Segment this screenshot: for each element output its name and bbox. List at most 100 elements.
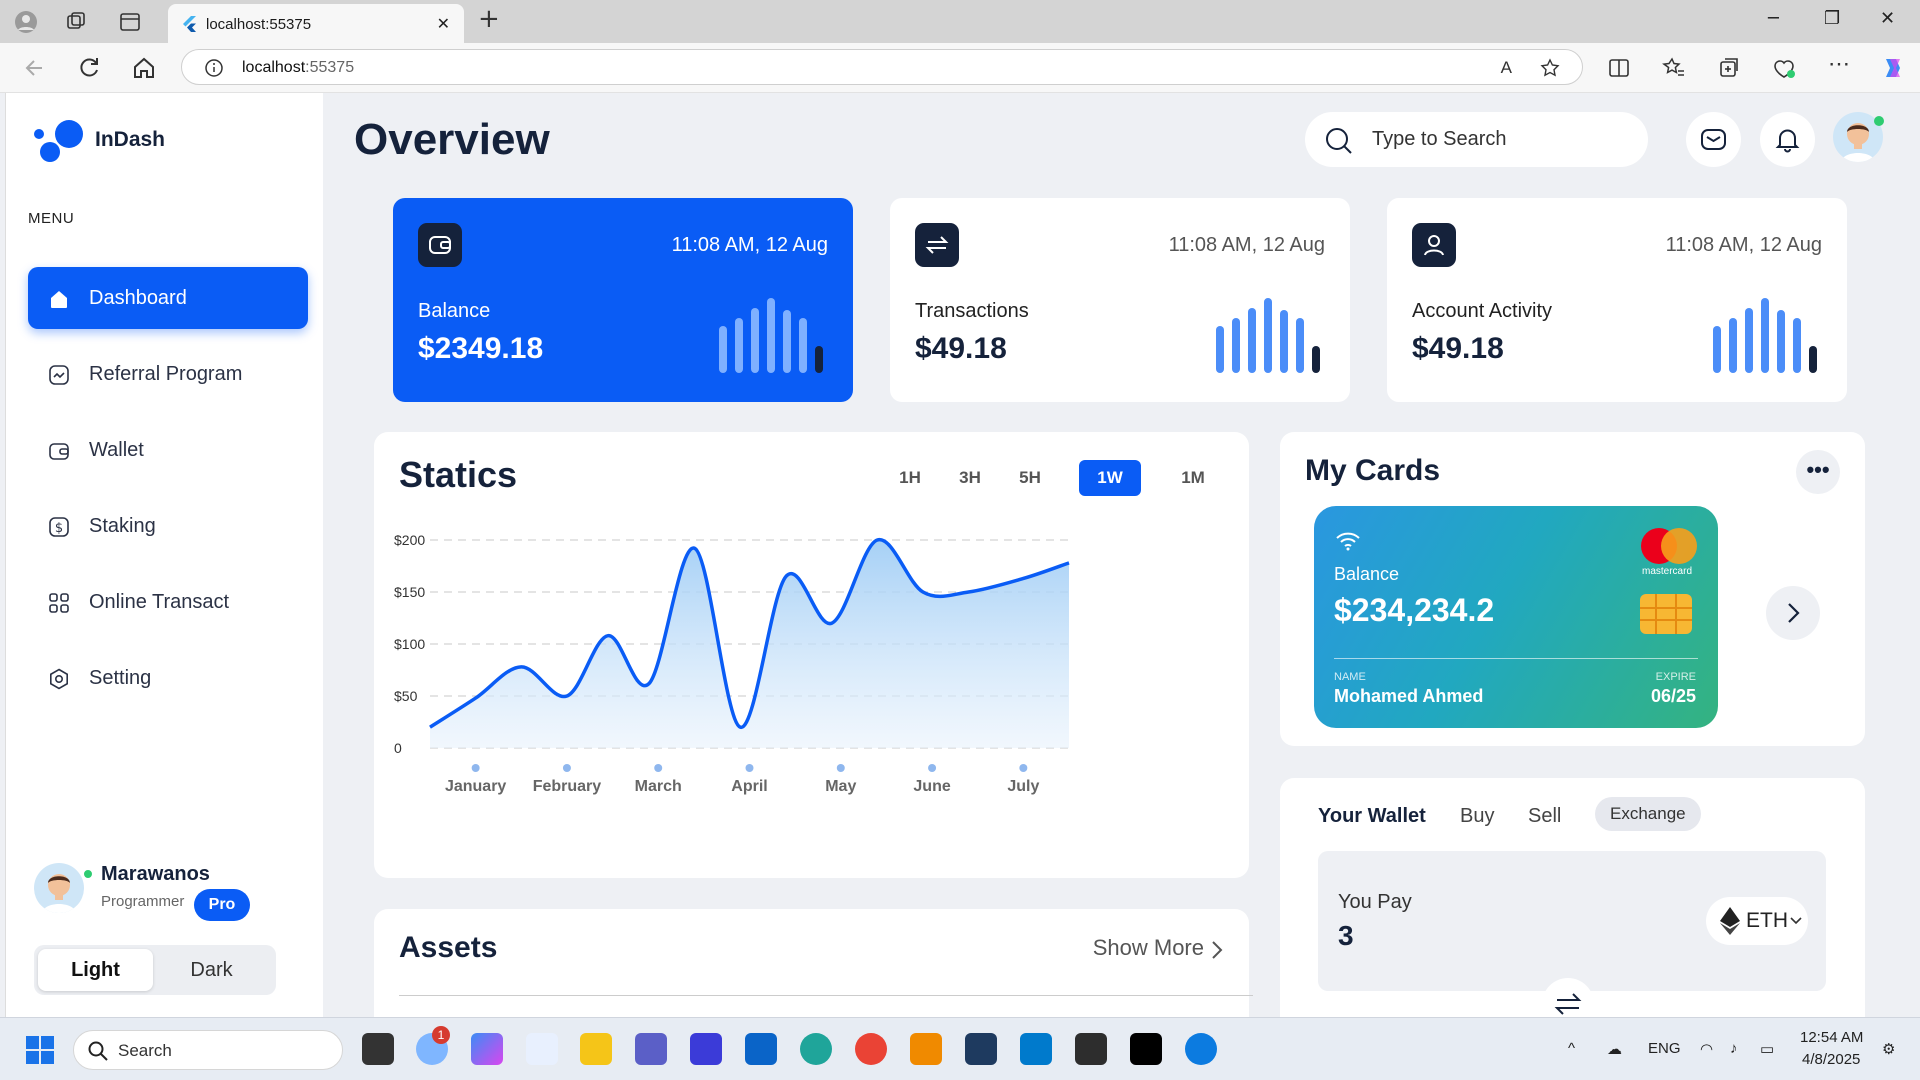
- clock-time[interactable]: 12:54 AM: [1800, 1029, 1863, 1046]
- close-tab-icon[interactable]: ✕: [437, 14, 450, 34]
- volume-icon[interactable]: ♪: [1730, 1040, 1738, 1057]
- read-aloud-icon[interactable]: A: [1501, 58, 1512, 78]
- app-store-icon[interactable]: [526, 1033, 558, 1065]
- profile-name: Marawanos: [101, 863, 210, 885]
- stat-card-balance[interactable]: 11:08 AM, 12 Aug Balance $2349.18: [393, 198, 853, 402]
- wallet-icon: [418, 223, 462, 267]
- stat-card-account-activity[interactable]: 11:08 AM, 12 Aug Account Activity $49.18: [1387, 198, 1847, 402]
- you-pay-amount[interactable]: 3: [1338, 920, 1354, 952]
- stat-card-transactions[interactable]: 11:08 AM, 12 Aug Transactions $49.18: [890, 198, 1350, 402]
- browser-essentials-icon[interactable]: [1771, 55, 1797, 81]
- outlook-icon[interactable]: [745, 1033, 777, 1065]
- wifi-icon[interactable]: ◠: [1700, 1040, 1713, 1058]
- statics-panel: Statics 1H 3H 5H 1W 1M $200 $150 $100 $50 0 J…: [374, 432, 1249, 878]
- you-pay-box: You Pay 3 ETH: [1318, 851, 1826, 991]
- stat-time: 11:08 AM, 12 Aug: [671, 234, 828, 256]
- tab-actions-icon[interactable]: [118, 10, 142, 34]
- restore-icon[interactable]: ❐: [1824, 8, 1840, 29]
- x-tick-label: May: [825, 778, 856, 795]
- tab-exchange[interactable]: Exchange: [1595, 797, 1701, 831]
- my-cards-title: My Cards: [1305, 454, 1441, 487]
- new-tab-icon[interactable]: +: [478, 4, 500, 34]
- refresh-icon[interactable]: [76, 55, 102, 81]
- notification-center-icon[interactable]: ⚙: [1882, 1040, 1895, 1058]
- chrome-icon[interactable]: [855, 1033, 887, 1065]
- sidebar-item-setting[interactable]: Setting: [28, 647, 308, 709]
- clock-date[interactable]: 4/8/2025: [1802, 1051, 1860, 1068]
- vlc-icon[interactable]: [910, 1033, 942, 1065]
- windows-start-icon[interactable]: [26, 1036, 54, 1064]
- more-options-button[interactable]: •••: [1796, 450, 1840, 494]
- menu-heading: MENU: [28, 210, 75, 227]
- tab-sell[interactable]: Sell: [1528, 805, 1561, 828]
- sidebar-item-online-transact[interactable]: Online Transact: [28, 571, 308, 633]
- mini-bar-chart: [1216, 298, 1320, 373]
- sidebar-item-label: Wallet: [89, 439, 144, 461]
- browser-tab[interactable]: localhost:55375 ✕: [168, 4, 464, 43]
- show-more-link[interactable]: Show More: [1093, 935, 1204, 961]
- cheat-engine-icon[interactable]: [1075, 1033, 1107, 1065]
- svg-text:$: $: [55, 521, 63, 536]
- card-network: mastercard: [1641, 566, 1692, 577]
- sidebar-item-referral-program[interactable]: Referral Program: [28, 343, 308, 405]
- teams-icon[interactable]: [635, 1033, 667, 1065]
- show-hidden-icons[interactable]: ^: [1568, 1040, 1575, 1057]
- stat-time: 11:08 AM, 12 Aug: [1665, 234, 1822, 256]
- credit-card[interactable]: Balance $234,234.2 mastercard NAME Moham…: [1314, 506, 1718, 728]
- linear-app-icon[interactable]: [690, 1033, 722, 1065]
- split-screen-icon[interactable]: [1606, 55, 1632, 81]
- home-icon[interactable]: [131, 55, 157, 81]
- sidebar-item-wallet[interactable]: Wallet: [28, 419, 308, 481]
- eclipse-icon[interactable]: [965, 1033, 997, 1065]
- language-indicator[interactable]: ENG: [1648, 1040, 1681, 1057]
- x-axis-marker: [745, 764, 754, 772]
- chart-icon: [49, 365, 69, 385]
- minimize-icon[interactable]: ─: [1768, 8, 1779, 29]
- x-tick-label: July: [1007, 778, 1039, 795]
- taskbar-search[interactable]: Search: [73, 1030, 343, 1070]
- messages-button[interactable]: [1686, 112, 1741, 167]
- light-theme-button[interactable]: Light: [38, 949, 153, 991]
- notifications-button[interactable]: [1760, 112, 1815, 167]
- sidebar-item-staking[interactable]: $ Staking: [28, 495, 308, 557]
- tab-your-wallet[interactable]: Your Wallet: [1318, 805, 1426, 828]
- edge-icon[interactable]: [1185, 1033, 1217, 1065]
- url-field[interactable]: localhost:55375 A: [181, 49, 1583, 85]
- profile-icon[interactable]: [14, 10, 38, 34]
- more-menu-icon[interactable]: ⋯: [1828, 51, 1850, 77]
- edge-dev-icon[interactable]: [800, 1033, 832, 1065]
- currency-select[interactable]: ETH: [1706, 897, 1808, 945]
- vscode-icon[interactable]: [1020, 1033, 1052, 1065]
- copilot-icon[interactable]: [1880, 55, 1906, 81]
- battery-icon[interactable]: ▭: [1760, 1040, 1774, 1058]
- dark-theme-button[interactable]: Dark: [154, 949, 269, 991]
- workspaces-icon[interactable]: [64, 10, 88, 34]
- theme-toggle: Light Dark: [34, 945, 276, 995]
- collections-icon[interactable]: [1716, 55, 1742, 81]
- x-tick-label: April: [731, 778, 767, 795]
- back-icon[interactable]: [22, 55, 48, 81]
- app-root: InDash MENU Dashboard Referral Program W…: [0, 93, 1920, 1049]
- y-tick-label: $50: [394, 688, 418, 704]
- search-input[interactable]: Type to Search: [1305, 112, 1648, 167]
- sidebar-item-dashboard[interactable]: Dashboard: [28, 267, 308, 329]
- close-window-icon[interactable]: ✕: [1880, 8, 1895, 29]
- task-view-icon[interactable]: [362, 1033, 394, 1065]
- card-expire: 06/25: [1650, 686, 1696, 706]
- statics-area-chart: $200 $150 $100 $50 0 January February March Apri…: [394, 532, 1070, 795]
- onedrive-icon[interactable]: ☁: [1607, 1040, 1622, 1058]
- user-icon: [1412, 223, 1456, 267]
- favorites-icon[interactable]: [1661, 55, 1687, 81]
- chevron-right-icon[interactable]: [1210, 939, 1224, 961]
- copilot-app-icon[interactable]: [471, 1033, 503, 1065]
- online-status-icon: [82, 868, 94, 880]
- info-icon[interactable]: [204, 58, 224, 78]
- stat-time: 11:08 AM, 12 Aug: [1168, 234, 1325, 256]
- favorite-star-icon[interactable]: [1540, 58, 1560, 78]
- next-card-button[interactable]: [1766, 586, 1820, 640]
- pro-badge: Pro: [194, 889, 250, 921]
- file-explorer-icon[interactable]: [580, 1033, 612, 1065]
- intellij-icon[interactable]: [1130, 1033, 1162, 1065]
- x-axis-marker: [1019, 764, 1028, 772]
- tab-buy[interactable]: Buy: [1460, 805, 1494, 828]
